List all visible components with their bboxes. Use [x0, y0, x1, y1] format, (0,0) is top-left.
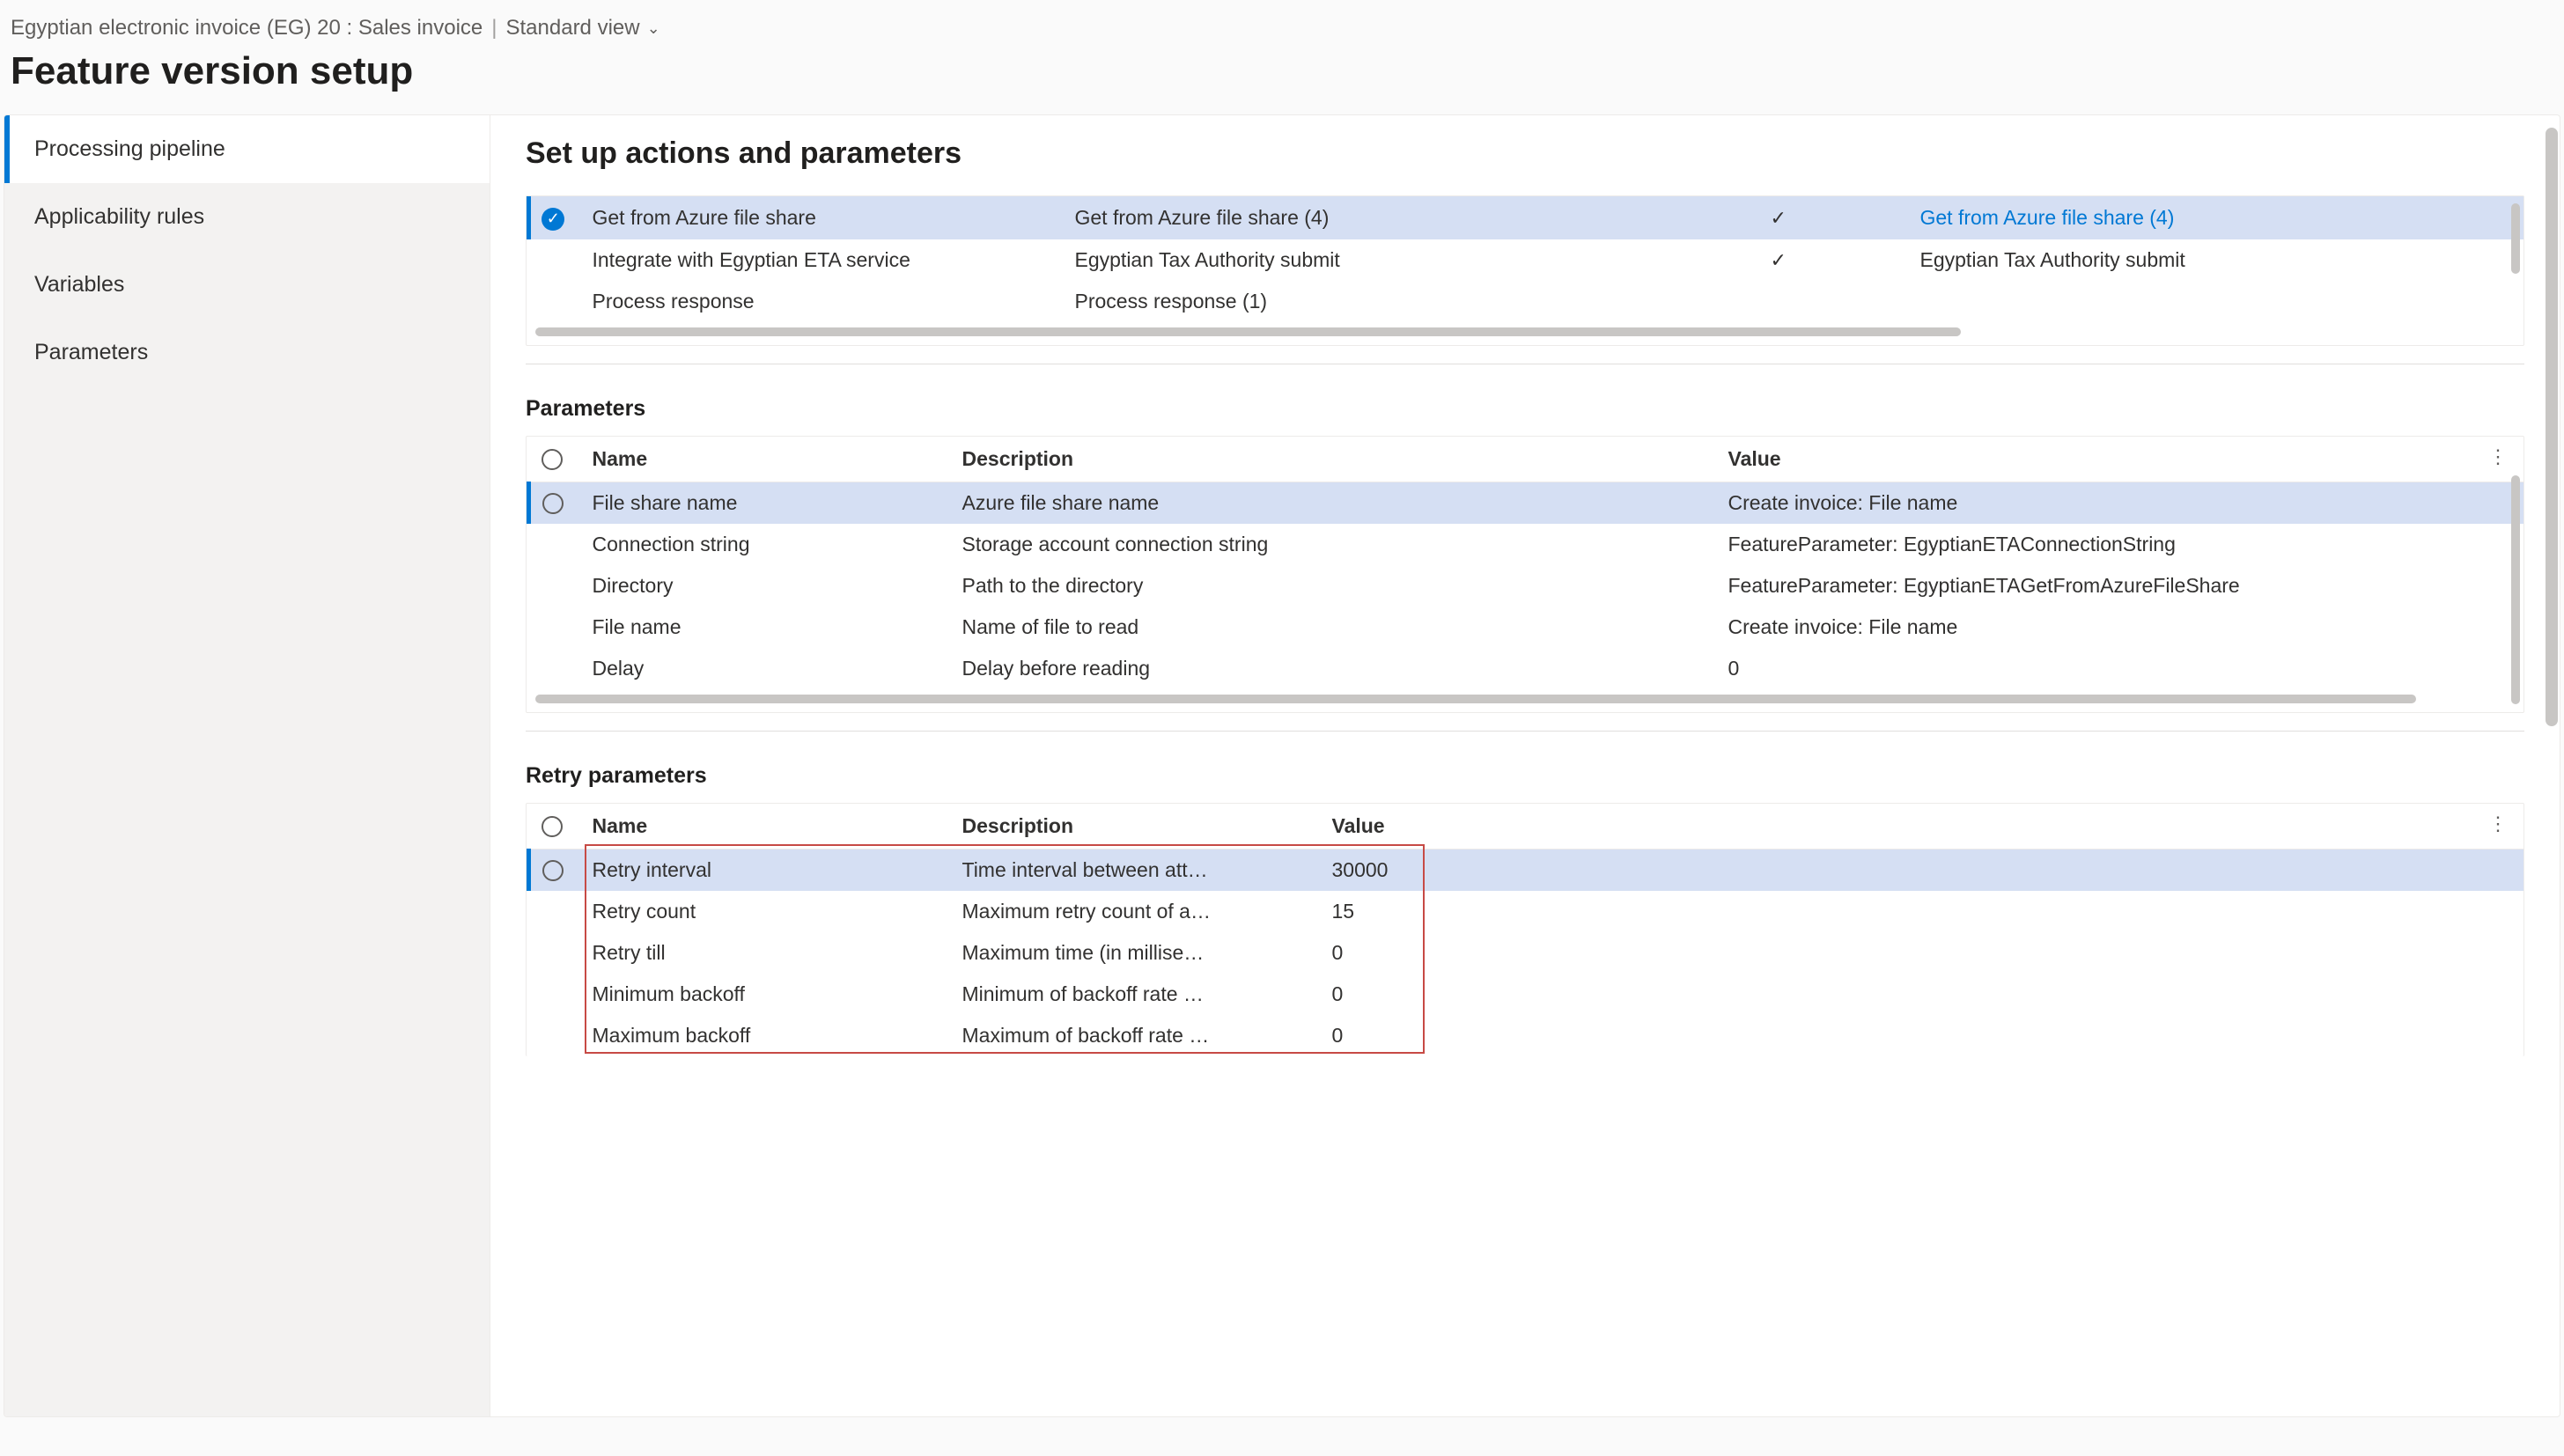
- row-radio[interactable]: [542, 860, 564, 881]
- view-label: Standard view: [506, 16, 640, 40]
- breadcrumb-path: Egyptian electronic invoice (EG) 20 : Sa…: [11, 16, 483, 40]
- retry-row[interactable]: Minimum backoff Minimum of backoff rate …: [529, 974, 2524, 1015]
- page-vertical-scrollbar[interactable]: [2546, 128, 2558, 726]
- sidebar: Processing pipeline Applicability rules …: [4, 115, 490, 1416]
- sidebar-item-parameters[interactable]: Parameters: [4, 319, 490, 386]
- action-name-cell: Egyptian Tax Authority submit: [1063, 239, 1758, 281]
- retry-name: Retry till: [580, 932, 950, 974]
- param-desc: Path to the directory: [950, 565, 1716, 607]
- retry-desc: Maximum retry count of a…: [950, 891, 1320, 932]
- param-value: FeatureParameter: EgyptianETAConnectionS…: [1716, 524, 2524, 565]
- vertical-scrollbar[interactable]: [2511, 203, 2520, 274]
- action-name-cell: Process response (1): [1063, 281, 1758, 322]
- action-cell: Get from Azure file share: [580, 196, 1063, 239]
- retry-grid: Name Description Value Retry interval Ti…: [526, 803, 2524, 1056]
- retry-desc: Minimum of backoff rate …: [950, 974, 1320, 1015]
- sidebar-item-variables[interactable]: Variables: [4, 251, 490, 319]
- retry-value: 0: [1320, 932, 1415, 974]
- param-value: 0: [1716, 648, 2524, 689]
- check-icon: ✓: [1771, 249, 1787, 271]
- vertical-scrollbar[interactable]: [2511, 475, 2520, 704]
- retry-value: 15: [1320, 891, 1415, 932]
- param-desc: Azure file share name: [950, 482, 1716, 524]
- param-desc: Storage account connection string: [950, 524, 1716, 565]
- retry-desc: Time interval between att…: [950, 849, 1320, 891]
- more-options-icon[interactable]: ⋮: [2488, 813, 2508, 835]
- parameter-row[interactable]: Delay Delay before reading 0: [529, 648, 2524, 689]
- col-header-name[interactable]: Name: [580, 804, 950, 849]
- col-header-value[interactable]: Value: [1320, 804, 1415, 849]
- action-link-cell: Egyptian Tax Authority submit: [1908, 239, 2524, 281]
- retry-name: Retry interval: [580, 849, 950, 891]
- horizontal-scrollbar[interactable]: [535, 327, 1961, 336]
- col-header-value[interactable]: Value: [1716, 437, 2524, 482]
- view-dropdown[interactable]: Standard view ⌄: [506, 16, 660, 40]
- retry-row[interactable]: Retry till Maximum time (in millise… 0: [529, 932, 2524, 974]
- param-name: Directory: [580, 565, 950, 607]
- sidebar-item-label: Variables: [34, 272, 124, 297]
- section-title-parameters: Parameters: [526, 396, 2524, 422]
- param-desc: Name of file to read: [950, 607, 1716, 648]
- param-name: Connection string: [580, 524, 950, 565]
- section-title-retry: Retry parameters: [526, 763, 2524, 789]
- retry-desc: Maximum of backoff rate …: [950, 1015, 1320, 1056]
- action-link-cell: [1908, 281, 2524, 322]
- divider: [526, 731, 2524, 732]
- action-link[interactable]: Get from Azure file share (4): [1920, 206, 2175, 229]
- retry-row[interactable]: Retry interval Time interval between att…: [529, 849, 2524, 891]
- retry-name: Maximum backoff: [580, 1015, 950, 1056]
- action-row[interactable]: Integrate with Egyptian ETA service Egyp…: [529, 239, 2524, 281]
- sidebar-item-label: Applicability rules: [34, 204, 204, 229]
- action-row[interactable]: Process response Process response (1): [529, 281, 2524, 322]
- parameter-row[interactable]: Connection string Storage account connec…: [529, 524, 2524, 565]
- retry-desc: Maximum time (in millise…: [950, 932, 1320, 974]
- retry-value: 0: [1320, 1015, 1415, 1056]
- page-title: Feature version setup: [0, 46, 2564, 114]
- horizontal-scrollbar-track[interactable]: [535, 326, 2515, 338]
- sidebar-item-processing-pipeline[interactable]: Processing pipeline: [4, 115, 490, 183]
- row-radio[interactable]: [542, 493, 564, 514]
- chevron-down-icon: ⌄: [647, 19, 660, 38]
- breadcrumb-separator: |: [491, 16, 497, 40]
- select-all-radio[interactable]: [542, 449, 563, 470]
- param-value: Create invoice: File name: [1716, 607, 2524, 648]
- horizontal-scrollbar[interactable]: [535, 695, 2416, 703]
- horizontal-scrollbar-track[interactable]: [535, 693, 2515, 705]
- sidebar-item-label: Processing pipeline: [34, 136, 225, 161]
- parameter-row[interactable]: Directory Path to the directory FeatureP…: [529, 565, 2524, 607]
- retry-value: 30000: [1320, 849, 1415, 891]
- parameters-grid: Name Description Value File share name A…: [526, 436, 2524, 713]
- row-selected-icon[interactable]: ✓: [542, 208, 564, 231]
- main-panel: Set up actions and parameters ✓ Get from…: [490, 115, 2560, 1416]
- action-name-cell: Get from Azure file share (4): [1063, 196, 1758, 239]
- retry-name: Minimum backoff: [580, 974, 950, 1015]
- col-header-description[interactable]: Description: [950, 804, 1320, 849]
- more-options-icon[interactable]: ⋮: [2488, 445, 2508, 468]
- select-all-radio[interactable]: [542, 816, 563, 837]
- param-name: File share name: [580, 482, 950, 524]
- action-cell: Process response: [580, 281, 1063, 322]
- param-name: Delay: [580, 648, 950, 689]
- sidebar-item-applicability-rules[interactable]: Applicability rules: [4, 183, 490, 251]
- action-cell: Integrate with Egyptian ETA service: [580, 239, 1063, 281]
- breadcrumb: Egyptian electronic invoice (EG) 20 : Sa…: [0, 0, 2564, 46]
- param-value: Create invoice: File name: [1716, 482, 2524, 524]
- retry-name: Retry count: [580, 891, 950, 932]
- col-header-description[interactable]: Description: [950, 437, 1716, 482]
- parameter-row[interactable]: File share name Azure file share name Cr…: [529, 482, 2524, 524]
- retry-value: 0: [1320, 974, 1415, 1015]
- section-title-actions: Set up actions and parameters: [526, 136, 2524, 171]
- actions-grid: ✓ Get from Azure file share Get from Azu…: [526, 195, 2524, 346]
- col-header-name[interactable]: Name: [580, 437, 950, 482]
- param-value: FeatureParameter: EgyptianETAGetFromAzur…: [1716, 565, 2524, 607]
- action-row[interactable]: ✓ Get from Azure file share Get from Azu…: [529, 196, 2524, 239]
- param-name: File name: [580, 607, 950, 648]
- retry-row[interactable]: Retry count Maximum retry count of a… 15: [529, 891, 2524, 932]
- content-panel: Processing pipeline Applicability rules …: [4, 114, 2560, 1417]
- parameter-row[interactable]: File name Name of file to read Create in…: [529, 607, 2524, 648]
- param-desc: Delay before reading: [950, 648, 1716, 689]
- retry-row[interactable]: Maximum backoff Maximum of backoff rate …: [529, 1015, 2524, 1056]
- check-icon: ✓: [1771, 207, 1787, 229]
- sidebar-item-label: Parameters: [34, 340, 148, 364]
